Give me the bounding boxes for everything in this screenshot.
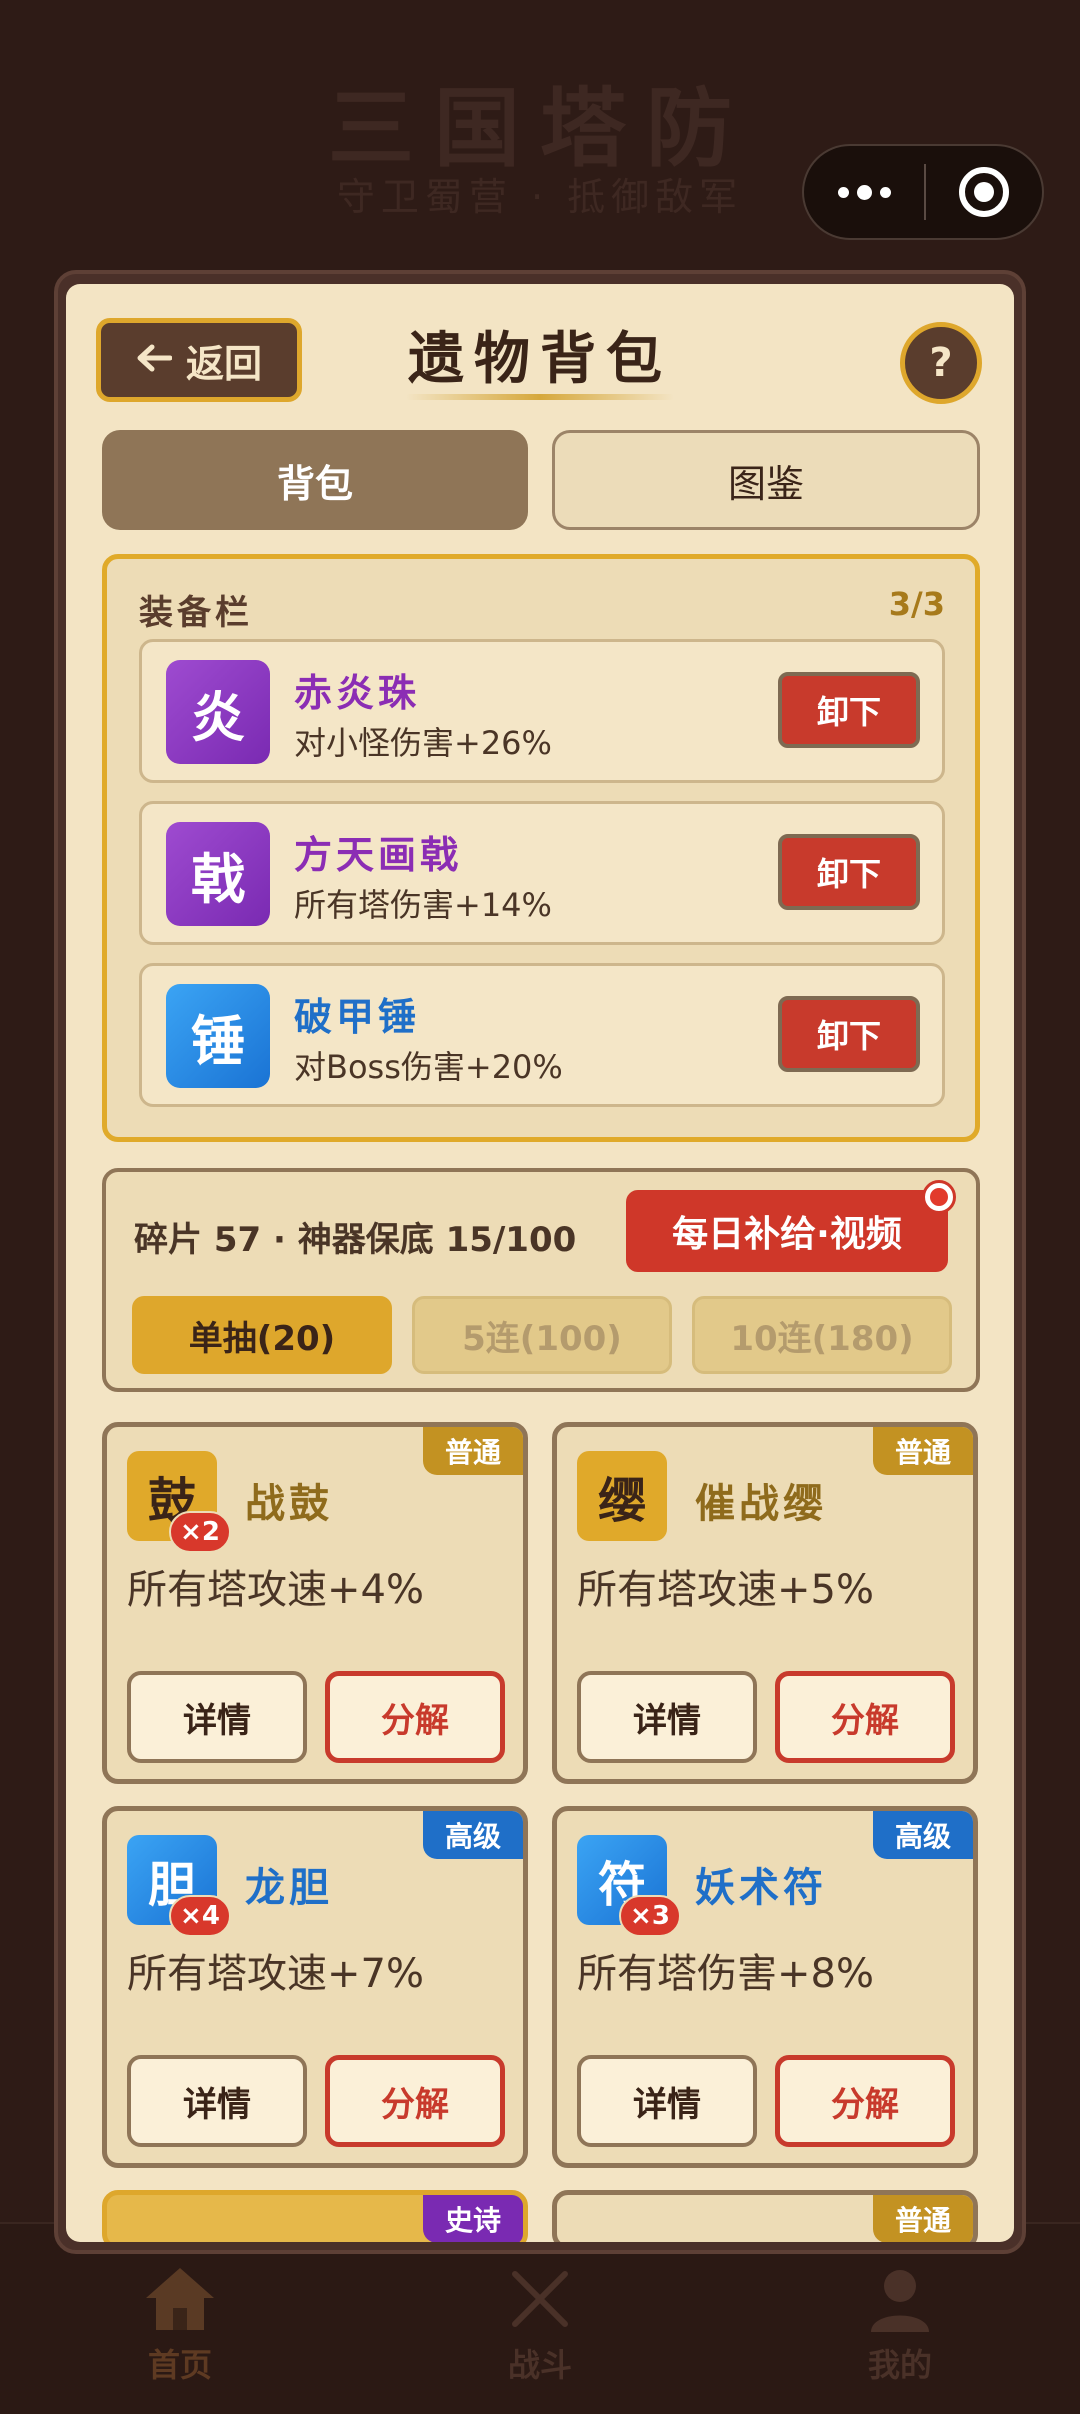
relic-desc: 对小怪伤害+26% [294,724,552,762]
relic-card: 史诗 [102,2190,528,2242]
miniprogram-capsule [802,144,1044,240]
equipped-relic: 炎 赤炎珠 对小怪伤害+26% 卸下 [139,639,945,783]
relic-card: 高级 胆 ×4 龙胆 所有塔攻速+7% 详情 分解 [102,1806,528,2168]
equipped-relic: 戟 方天画戟 所有塔伤害+14% 卸下 [139,801,945,945]
equipped-relic: 锤 破甲锤 对Boss伤害+20% 卸下 [139,963,945,1107]
relic-desc: 所有塔攻速+4% [127,1567,424,1613]
rarity-badge: 普通 [873,2195,973,2242]
daily-supply-video-button[interactable]: 每日补给·视频 [626,1190,948,1272]
swords-icon [450,2264,630,2334]
shard-pity-info: 碎片 57 · 神器保底 15/100 [134,1220,577,1260]
unequip-button[interactable]: 卸下 [778,672,920,748]
unequip-button[interactable]: 卸下 [778,834,920,910]
relic-count-badge: ×3 [619,1895,681,1937]
relic-desc: 所有塔伤害+8% [577,1951,874,1997]
relic-card: 普通 缨 催战缨 所有塔攻速+5% 详情 分解 [552,1422,978,1784]
relic-card: 普通 鼓 ×2 战鼓 所有塔攻速+4% 详情 分解 [102,1422,528,1784]
relic-desc: 所有塔攻速+7% [127,1951,424,1997]
detail-button[interactable]: 详情 [127,1671,307,1763]
relic-modal: 返回 遗物背包 ? 背包 图鉴 装备栏 3/3 炎 赤炎珠 对小怪伤害+26% … [66,284,1014,2242]
title-underline [406,394,674,400]
relic-count-badge: ×2 [169,1511,231,1553]
detail-button[interactable]: 详情 [577,2055,757,2147]
relic-icon: 锤 [166,984,270,1088]
relic-name: 赤炎珠 [294,671,421,715]
relic-name: 龙胆 [245,1865,333,1911]
arrow-left-icon [136,337,173,383]
relic-name: 破甲锤 [294,995,421,1039]
user-icon [810,2264,990,2334]
tab-codex[interactable]: 图鉴 [552,430,980,530]
detail-button[interactable]: 详情 [127,2055,307,2147]
ten-draw-button[interactable]: 10连(180) [692,1296,952,1374]
relic-count-badge: ×4 [169,1895,231,1937]
relic-icon: 炎 [166,660,270,764]
back-button[interactable]: 返回 [96,318,302,402]
nav-item-home[interactable]: 首页 [90,2264,270,2386]
relic-name: 妖术符 [695,1865,827,1911]
single-draw-button[interactable]: 单抽(20) [132,1296,392,1374]
decompose-button[interactable]: 分解 [325,1671,505,1763]
rarity-badge: 普通 [873,1427,973,1475]
relic-icon: 戟 [166,822,270,926]
decompose-button[interactable]: 分解 [325,2055,505,2147]
five-draw-button[interactable]: 5连(100) [412,1296,672,1374]
rarity-badge: 高级 [873,1811,973,1859]
equip-slots-count: 3/3 [888,585,945,623]
page-title: 遗物背包 [408,327,672,392]
nav-item-profile[interactable]: 我的 [810,2264,990,2386]
detail-button[interactable]: 详情 [577,1671,757,1763]
relic-name: 战鼓 [245,1481,333,1527]
nav-item-battle[interactable]: 战斗 [450,2264,630,2386]
notification-dot-icon [922,1180,956,1214]
back-label: 返回 [185,341,262,386]
decompose-button[interactable]: 分解 [775,1671,955,1763]
equip-slots-section: 装备栏 3/3 炎 赤炎珠 对小怪伤害+26% 卸下 戟 方天画戟 所有塔伤害+… [102,554,980,1142]
close-miniprogram-icon[interactable] [926,146,1042,238]
relic-name: 方天画戟 [294,833,463,877]
relic-icon: 缨 [577,1451,667,1541]
relic-name: 催战缨 [695,1481,827,1527]
nav-label-home: 首页 [147,2346,212,2384]
more-icon[interactable] [804,146,924,238]
nav-label-profile: 我的 [867,2346,932,2384]
relic-desc: 对Boss伤害+20% [294,1048,563,1086]
relic-desc: 所有塔伤害+14% [294,886,552,924]
help-button[interactable]: ? [900,322,982,404]
tab-backpack[interactable]: 背包 [102,430,528,530]
home-icon [90,2264,270,2334]
relic-card: 普通 [552,2190,978,2242]
rarity-badge: 史诗 [423,2195,523,2242]
relic-card: 高级 符 ×3 妖术符 所有塔伤害+8% 详情 分解 [552,1806,978,2168]
rarity-badge: 高级 [423,1811,523,1859]
equip-slots-title: 装备栏 [139,593,253,633]
nav-label-battle: 战斗 [507,2346,572,2384]
unequip-button[interactable]: 卸下 [778,996,920,1072]
decompose-button[interactable]: 分解 [775,2055,955,2147]
gacha-section: 碎片 57 · 神器保底 15/100 每日补给·视频 单抽(20) 5连(10… [102,1168,980,1392]
relic-desc: 所有塔攻速+5% [577,1567,874,1613]
rarity-badge: 普通 [423,1427,523,1475]
